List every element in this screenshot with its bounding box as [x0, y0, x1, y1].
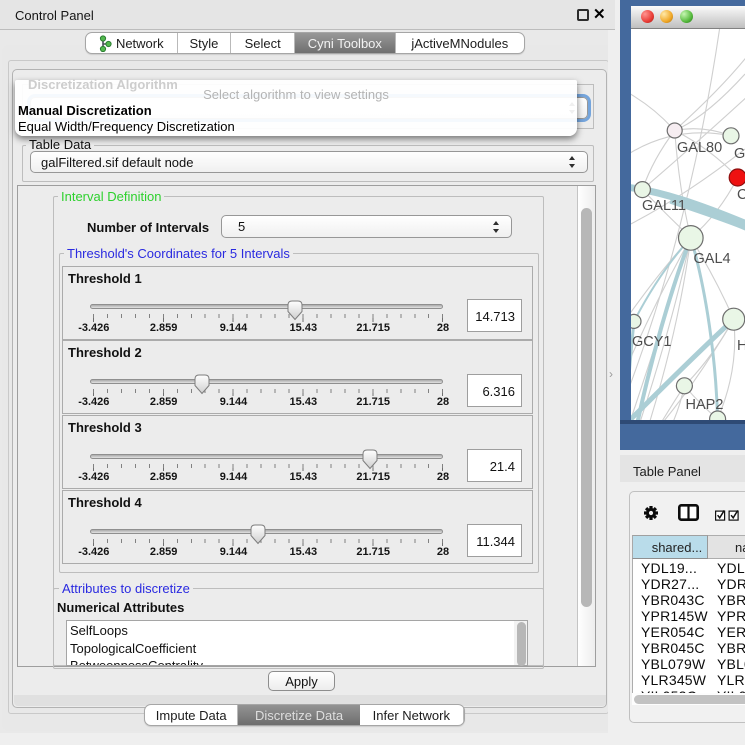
svg-text:C: C — [737, 187, 745, 203]
svg-text:GA: GA — [734, 146, 745, 162]
svg-text:GAL11: GAL11 — [642, 198, 686, 214]
svg-text:GAL80: GAL80 — [677, 140, 722, 156]
svg-text:GAL4: GAL4 — [694, 251, 731, 267]
svg-text:GCY1: GCY1 — [632, 334, 672, 350]
svg-text:H: H — [737, 338, 745, 354]
svg-text:HAP2: HAP2 — [686, 397, 724, 413]
